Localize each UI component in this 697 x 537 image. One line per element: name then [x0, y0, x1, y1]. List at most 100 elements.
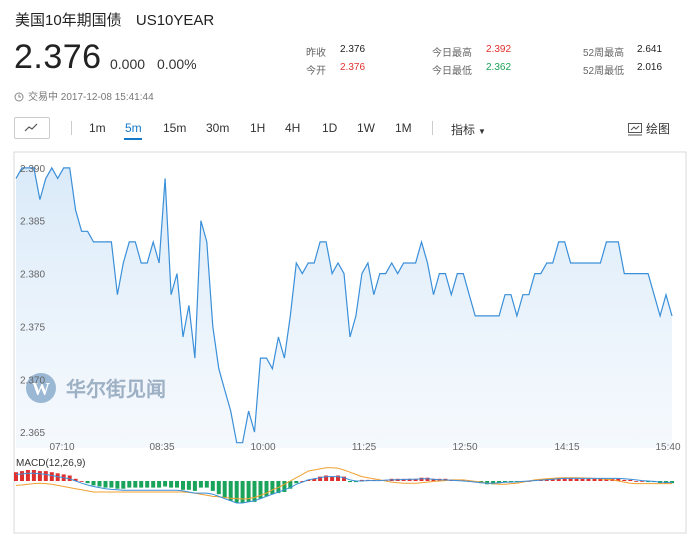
stat-52wk-low: 52周最低 2.016 [583, 62, 662, 77]
macd-bar [574, 478, 579, 481]
macd-bar [186, 481, 191, 490]
macd-bar [348, 481, 352, 483]
price-change: 0.000 0.00% [110, 56, 205, 72]
macd-bar [97, 481, 102, 487]
watermark-text: 华尔街见闻 [66, 377, 166, 401]
toolbar-divider [71, 121, 72, 135]
macd-signal-line [15, 467, 672, 500]
stat-open-value: 2.376 [340, 62, 366, 73]
stat-low-value: 2.362 [486, 62, 512, 73]
interval-1mo[interactable]: 1M [395, 121, 412, 135]
active-interval-underline [124, 138, 142, 140]
interval-1w[interactable]: 1W [357, 121, 375, 135]
line-chart-icon [24, 123, 38, 132]
current-price: 2.376 [14, 38, 102, 76]
change-percent: 0.00% [156, 56, 197, 72]
stat-low: 今日最低 2.362 [432, 62, 511, 77]
macd-bar [586, 478, 591, 481]
stat-prev-close-label: 昨收 [306, 48, 326, 59]
stat-52wk-high-value: 2.641 [637, 44, 663, 55]
stat-open-label: 今开 [306, 66, 326, 77]
y-tick-label: 2.380 [20, 270, 45, 281]
change-value: 0.000 [110, 56, 146, 72]
macd-bar [175, 481, 179, 488]
price-area-fill [16, 167, 672, 448]
instrument-name: 美国10年期国债 [15, 12, 122, 29]
chart-type-button[interactable] [14, 117, 50, 139]
macd-bar [49, 472, 54, 481]
y-tick-label: 2.375 [20, 322, 45, 333]
stat-high-value: 2.392 [486, 44, 512, 55]
macd-bar [139, 481, 144, 488]
interval-4h[interactable]: 4H [285, 121, 300, 135]
macd-bar [121, 481, 126, 489]
interval-15m[interactable]: 15m [163, 121, 186, 135]
macd-bar [25, 470, 30, 481]
draw-icon [627, 123, 642, 136]
macd-bar [14, 472, 18, 481]
macd-bar [216, 481, 221, 495]
macd-bar [210, 481, 215, 491]
y-tick-label: 2.365 [20, 428, 45, 439]
trading-status-text: 交易中 2017-12-08 15:41:44 [28, 92, 154, 103]
x-tick-label: 08:35 [149, 442, 174, 453]
caret-down-icon: ▼ [478, 127, 486, 136]
stat-52wk-low-label: 52周最低 [583, 66, 625, 77]
macd-bar [240, 481, 245, 503]
macd-bar [133, 481, 138, 488]
indicator-dropdown[interactable]: 指标 ▼ [451, 121, 486, 138]
interval-1m[interactable]: 1m [89, 121, 106, 135]
macd-bar [79, 481, 84, 482]
stat-open: 今开 2.376 [306, 62, 365, 77]
interval-1d[interactable]: 1D [322, 121, 337, 135]
chart-toolbar: 1m 5m 15m 30m 1H 4H 1D 1W 1M 指标 ▼ 绘图 [14, 117, 684, 141]
x-tick-label: 10:00 [250, 442, 275, 453]
x-tick-label: 07:10 [49, 442, 74, 453]
interval-5m[interactable]: 5m [125, 121, 142, 135]
macd-label: MACD(12,26,9) [16, 458, 85, 469]
macd-bar [234, 481, 239, 503]
indicator-label: 指标 [451, 123, 476, 137]
y-tick-label: 2.385 [20, 217, 45, 228]
stat-52wk-low-value: 2.016 [637, 62, 663, 73]
stat-low-label: 今日最低 [432, 66, 472, 77]
macd-bar [330, 476, 335, 481]
interval-30m[interactable]: 30m [206, 121, 229, 135]
macd-bar [622, 479, 627, 481]
macd-bar [270, 481, 275, 495]
interval-1h[interactable]: 1H [250, 121, 265, 135]
macd-bar [91, 481, 96, 486]
watermark: W 华尔街见闻 [26, 373, 166, 403]
macd-bar [103, 481, 108, 488]
stat-prev-close: 昨收 2.376 [306, 44, 365, 59]
macd-bar [43, 471, 48, 481]
macd-bar [222, 481, 227, 498]
stat-52wk-high-label: 52周最高 [583, 48, 625, 59]
macd-bar [580, 478, 585, 481]
macd-bar [31, 470, 36, 481]
macd-bar [181, 481, 185, 490]
macd-bar [20, 471, 24, 481]
x-tick-label: 14:15 [554, 442, 579, 453]
price-chart[interactable]: W 华尔街见闻 2.390 2.385 2.380 2.375 2.370 2.365 0… [0, 148, 697, 537]
x-tick-label: 15:40 [655, 442, 680, 453]
macd-bar [157, 481, 162, 488]
clock-icon [14, 92, 24, 102]
macd-bar [115, 481, 120, 489]
instrument-symbol: US10YEAR [135, 12, 215, 29]
x-tick-label: 12:50 [452, 442, 477, 453]
stat-high-label: 今日最高 [432, 48, 472, 59]
stat-prev-close-value: 2.376 [340, 44, 366, 55]
macd-bar [204, 481, 209, 488]
macd-bar [37, 471, 42, 481]
macd-bar [127, 481, 132, 488]
macd-bar [85, 481, 90, 484]
draw-button[interactable]: 绘图 [627, 120, 670, 137]
stat-high: 今日最高 2.392 [432, 44, 511, 59]
x-tick-label: 11:25 [352, 442, 377, 453]
macd-bar [634, 481, 639, 482]
y-tick-label: 2.370 [20, 375, 45, 386]
macd-bar [192, 481, 197, 491]
stat-52wk-high: 52周最高 2.641 [583, 44, 662, 59]
macd-bar [294, 481, 299, 484]
